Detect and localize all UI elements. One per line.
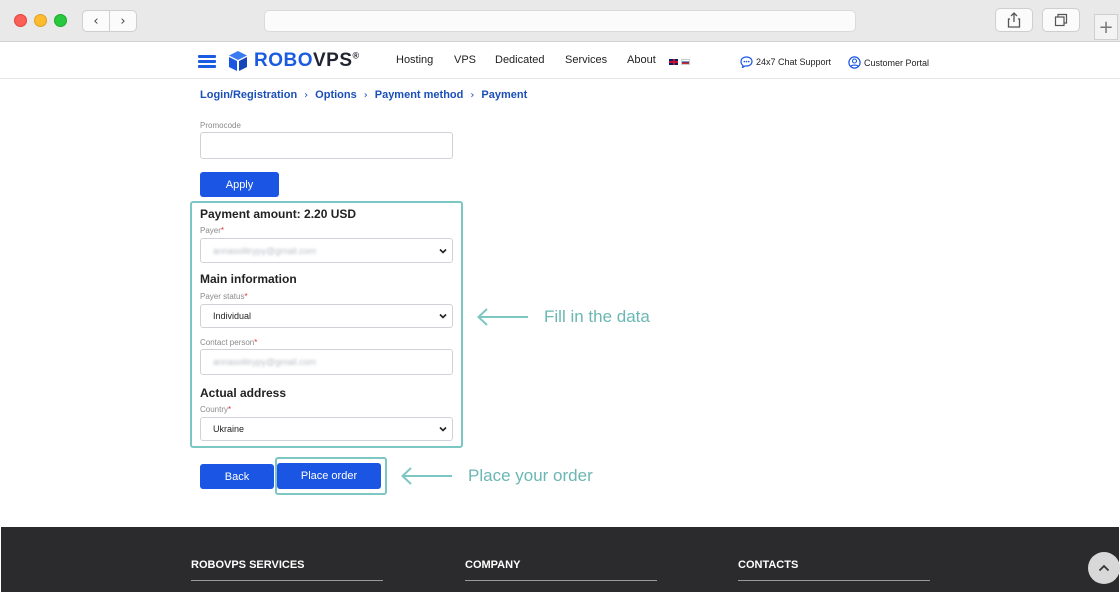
- language-switcher[interactable]: [669, 59, 690, 65]
- chevron-down-icon: [439, 313, 447, 319]
- tab-overview-button[interactable]: [1042, 8, 1080, 32]
- chevron-right-icon: ›: [363, 89, 368, 101]
- payer-status-value: Individual: [213, 311, 252, 321]
- arrow-left-icon: [401, 467, 452, 485]
- payer-value: annasolitrypy@gmail.com: [213, 245, 317, 256]
- chat-bubble-icon: [740, 56, 753, 68]
- actual-address-title: Actual address: [200, 386, 287, 400]
- close-window-button[interactable]: [14, 14, 27, 27]
- payer-label: Payer*: [200, 226, 225, 235]
- nav-services[interactable]: Services: [565, 54, 607, 66]
- customer-portal-label: Customer Portal: [864, 57, 930, 68]
- history-nav: ‹ ›: [82, 10, 137, 32]
- chevron-right-icon: ›: [470, 89, 475, 101]
- apply-button[interactable]: Apply: [200, 172, 279, 197]
- promocode-input[interactable]: [200, 132, 453, 159]
- contact-person-value: annasolitrypy@gmail.com: [213, 357, 317, 367]
- minimize-window-button[interactable]: [34, 14, 47, 27]
- zoom-window-button[interactable]: [54, 14, 67, 27]
- contact-person-input[interactable]: annasolitrypy@gmail.com: [200, 349, 453, 375]
- scroll-to-top-button[interactable]: [1088, 552, 1120, 584]
- chevron-down-icon: [439, 426, 447, 432]
- uk-flag-icon[interactable]: [669, 59, 678, 65]
- nav-dedicated[interactable]: Dedicated: [495, 54, 545, 66]
- nav-hosting[interactable]: Hosting: [396, 54, 433, 66]
- footer-company-heading: COMPANY: [465, 559, 657, 581]
- place-order-text: Place your order: [468, 466, 593, 485]
- payer-status-label: Payer status*: [200, 292, 248, 301]
- payment-amount: Payment amount: 2.20 USD: [200, 207, 357, 221]
- breadcrumb-payment: Payment: [481, 89, 528, 101]
- chat-support-link[interactable]: 24x7 Chat Support: [740, 56, 831, 68]
- nav-vps[interactable]: VPS: [454, 54, 476, 66]
- menu-icon[interactable]: [198, 55, 216, 68]
- arrow-left-icon: [477, 308, 528, 326]
- chevron-down-icon: [439, 248, 447, 254]
- nav-about[interactable]: About: [627, 54, 656, 66]
- share-icon: [1007, 12, 1021, 28]
- site-footer: ROBOVPS SERVICES COMPANY CONTACTS: [1, 527, 1119, 592]
- place-order-button[interactable]: Place order: [277, 463, 381, 489]
- chevron-up-icon: [1098, 564, 1110, 572]
- chat-support-label: 24x7 Chat Support: [756, 57, 832, 67]
- ru-flag-icon[interactable]: [681, 59, 690, 65]
- chevron-right-icon: ›: [304, 89, 309, 101]
- address-bar[interactable]: [264, 10, 856, 32]
- breadcrumb-payment-method[interactable]: Payment method: [375, 89, 464, 101]
- place-order-callout: Place your order: [400, 466, 593, 486]
- cube-logo-icon: [229, 51, 247, 71]
- browser-toolbar: ‹ › +: [0, 0, 1120, 42]
- back-arrow-icon[interactable]: ‹: [83, 11, 110, 31]
- breadcrumb: Login/Registration › Options › Payment m…: [200, 89, 527, 101]
- breadcrumb-options[interactable]: Options: [315, 89, 357, 101]
- fill-data-text: Fill in the data: [544, 307, 650, 326]
- breadcrumb-login[interactable]: Login/Registration: [200, 89, 297, 101]
- footer-contacts-heading: CONTACTS: [738, 559, 930, 581]
- new-tab-button[interactable]: +: [1094, 14, 1118, 40]
- footer-services-heading: ROBOVPS SERVICES: [191, 559, 383, 581]
- user-circle-icon: [848, 56, 861, 69]
- promocode-label: Promocode: [200, 121, 241, 130]
- contact-person-label: Contact person*: [200, 338, 258, 347]
- country-value: Ukraine: [213, 424, 245, 434]
- country-label: Country*: [200, 405, 232, 414]
- share-button[interactable]: [995, 8, 1033, 32]
- robovps-logo[interactable]: ROBOVPS®: [228, 48, 360, 74]
- forward-arrow-icon[interactable]: ›: [110, 11, 136, 31]
- country-select[interactable]: Ukraine: [200, 417, 453, 441]
- fill-data-callout: Fill in the data: [476, 307, 650, 327]
- tabs-icon: [1054, 13, 1068, 27]
- payer-select[interactable]: annasolitrypy@gmail.com: [200, 238, 453, 263]
- site-header: ROBOVPS® Hosting VPS Dedicated Services …: [0, 43, 1120, 79]
- payer-status-select[interactable]: Individual: [200, 304, 453, 328]
- back-button[interactable]: Back: [200, 464, 274, 489]
- main-information-title: Main information: [200, 272, 297, 286]
- customer-portal-link[interactable]: Customer Portal: [848, 56, 929, 69]
